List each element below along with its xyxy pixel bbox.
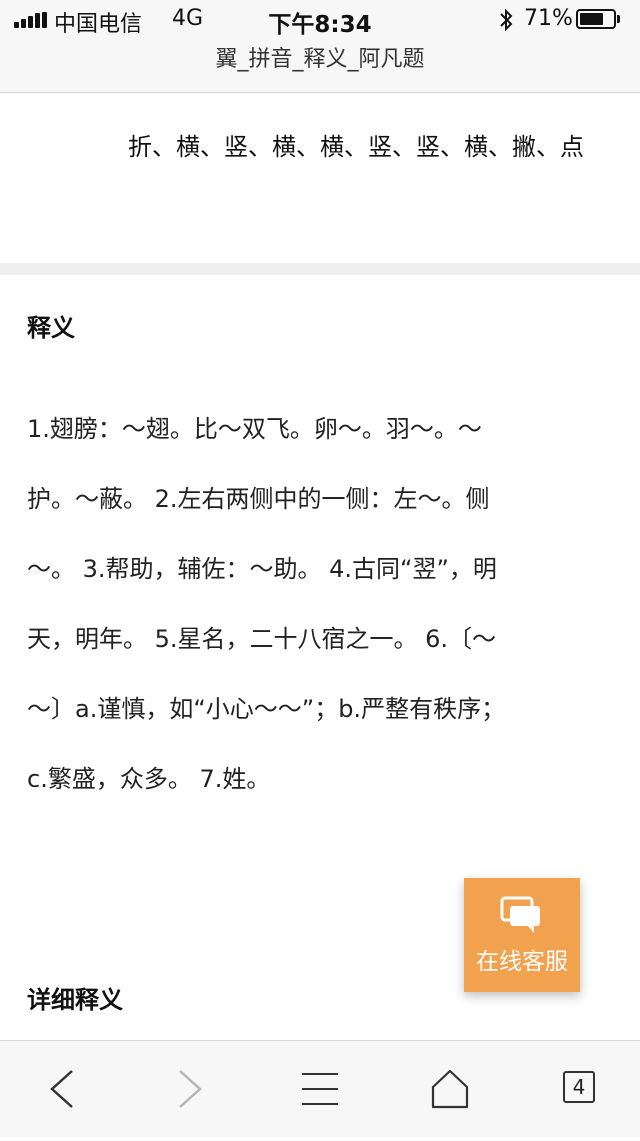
meaning-text: 1.翅膀：～翅。比～双飞。卵～。羽～。～护。～蔽。 2.左右两侧中的一侧：左～。…: [27, 415, 506, 793]
bluetooth-icon: [500, 8, 513, 32]
forward-icon: [179, 1070, 202, 1108]
forward-button[interactable]: [138, 1041, 238, 1137]
home-button[interactable]: [400, 1041, 500, 1137]
online-service-button[interactable]: 在线客服: [464, 878, 580, 992]
chat-bubbles-icon: [500, 896, 540, 933]
battery-tip: [617, 15, 620, 23]
menu-button[interactable]: [270, 1041, 370, 1137]
stroke-order-text: 折、横、竖、横、横、竖、竖、横、撇、点: [128, 133, 584, 161]
online-service-label: 在线客服: [476, 949, 568, 975]
back-icon: [50, 1070, 73, 1108]
detail-meaning-heading: 详细释义: [27, 986, 123, 1014]
section-divider: [0, 263, 640, 275]
battery-icon: [576, 9, 616, 29]
status-bar: 中国电信 4G 下午8:34 71%: [0, 0, 640, 40]
address-bar[interactable]: 翼_拼音_释义_阿凡题: [0, 40, 640, 93]
back-button[interactable]: [12, 1041, 112, 1137]
tabs-button[interactable]: 4: [540, 1041, 640, 1137]
tabs-icon: 4: [563, 1071, 595, 1103]
page-title: 翼_拼音_释义_阿凡题: [215, 47, 425, 72]
menu-icon: [302, 1073, 338, 1105]
battery-percent: 71%: [524, 6, 573, 31]
browser-toolbar: 4: [0, 1040, 640, 1137]
home-icon: [431, 1069, 469, 1109]
meaning-heading: 释义: [27, 314, 75, 342]
